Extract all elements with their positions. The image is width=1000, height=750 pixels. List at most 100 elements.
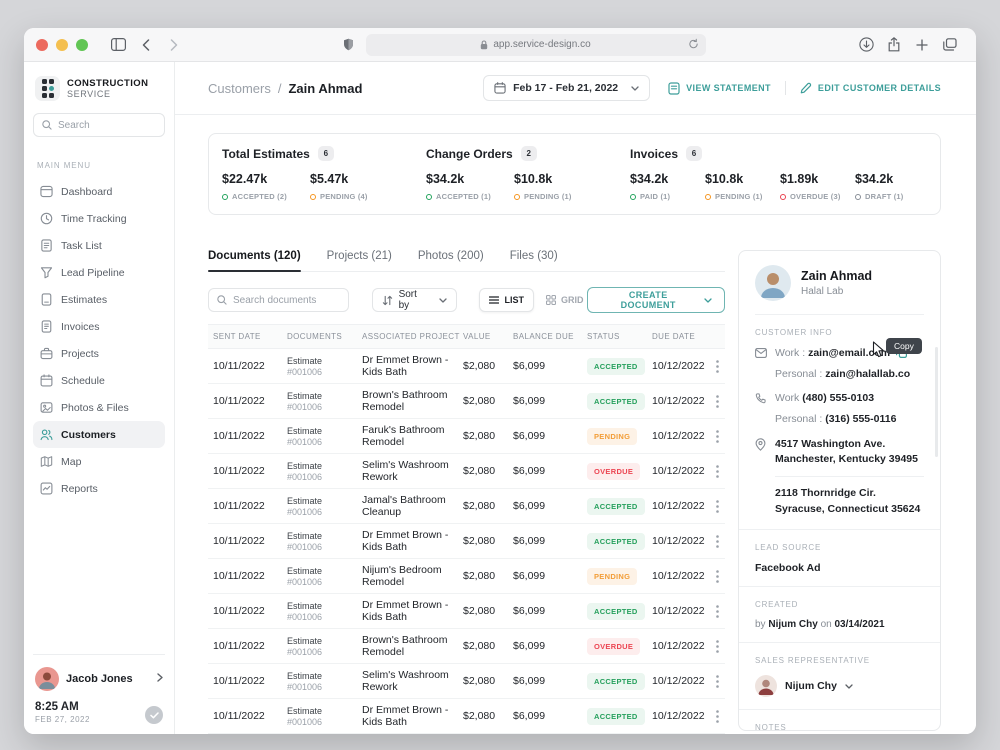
list-view-button[interactable]: LIST [479,288,534,312]
status-dot-icon [630,194,636,200]
row-menu-icon[interactable] [712,535,725,548]
tab-files[interactable]: Files (30) [510,250,558,271]
back-icon[interactable] [135,34,157,56]
breadcrumb-parent[interactable]: Customers [208,81,271,96]
sent-date-cell: 10/11/2022 [213,360,287,372]
table-row[interactable]: 10/11/2022 Estimate #001006 Nijum's Bedr… [208,559,725,594]
table-row[interactable]: 10/11/2022 Estimate #001006 Faruk's Bath… [208,419,725,454]
status-badge: ACCEPTED [587,673,645,690]
documents-search[interactable] [208,288,349,312]
sidebar-item-customers[interactable]: Customers [33,421,165,448]
stat-value: $34.2k [426,172,514,186]
lead-source-label: LEAD SOURCE [755,543,924,552]
table-row[interactable]: 10/11/2022 Estimate #001006 Dr Emmet Bro… [208,349,725,384]
chevron-right-icon[interactable] [157,673,163,685]
tab-overview-icon[interactable] [939,34,961,56]
sidebar-item-projects[interactable]: Projects [33,340,165,367]
user-profile[interactable]: Jacob Jones [33,665,165,701]
sidebar-item-dashboard[interactable]: Dashboard [33,178,165,205]
panel-scrollbar[interactable] [935,347,938,457]
privacy-shield-icon[interactable] [338,34,360,56]
row-menu-icon[interactable] [712,710,725,723]
sidebar-item-estimates[interactable]: Estimates [33,286,165,313]
address-2-line-2: Syracuse, Connecticut 35624 [775,503,920,515]
chevron-down-icon [704,295,712,305]
row-menu-icon[interactable] [712,640,725,653]
row-menu-icon[interactable] [712,395,725,408]
status-check-icon[interactable] [145,706,163,724]
row-menu-icon[interactable] [712,570,725,583]
sort-by-dropdown[interactable]: Sort by [372,288,458,312]
sidebar-item-photos-files[interactable]: Photos & Files [33,394,165,421]
edit-customer-details-button[interactable]: EDIT CUSTOMER DETAILS [800,82,941,94]
maximize-window-button[interactable] [76,39,88,51]
invoice-icon [40,320,53,333]
table-row[interactable]: 10/11/2022 Estimate #001006 Selim's Wash… [208,454,725,489]
tab-photos[interactable]: Photos (200) [418,250,484,271]
tab-projects[interactable]: Projects (21) [327,250,392,271]
table-row[interactable]: 10/11/2022 Estimate #001006 Brown's Bath… [208,384,725,419]
sidebar-item-map[interactable]: Map [33,448,165,475]
table-row[interactable]: 10/11/2022 Estimate #001006 Jamal's Bath… [208,489,725,524]
customer-panel: Zain Ahmad Halal Lab CUSTOMER INFO Work … [738,250,941,731]
tab-documents[interactable]: Documents (120) [208,250,301,271]
downloads-icon[interactable] [855,34,877,56]
main-menu-label: MAIN MENU [33,157,165,178]
row-menu-icon[interactable] [712,430,725,443]
sidebar-item-reports[interactable]: Reports [33,475,165,502]
sidebar-footer: Jacob Jones 8:25 AM FEB 27, 2022 [33,654,165,724]
table-row[interactable]: 10/11/2022 Estimate #001006 Brown's Bath… [208,629,725,664]
status-dot-icon [426,194,432,200]
balance-cell: $6,099 [513,710,587,722]
url-bar[interactable]: app.service-design.co [366,34,706,56]
sidebar-item-lead-pipeline[interactable]: Lead Pipeline [33,259,165,286]
close-window-button[interactable] [36,39,48,51]
project-cell: Dr Emmet Brown - Kids Bath [362,599,463,623]
balance-cell: $6,099 [513,605,587,617]
sidebar-item-time-tracking[interactable]: Time Tracking [33,205,165,232]
row-menu-icon[interactable] [712,465,725,478]
row-menu-icon[interactable] [712,360,725,373]
create-document-button[interactable]: CREATE DOCUMENT [587,287,725,313]
row-menu-icon[interactable] [712,675,725,688]
sidebar-item-invoices[interactable]: Invoices [33,313,165,340]
stat-status-label: OVERDUE (3) [790,192,841,201]
sidebar-search[interactable] [33,113,165,137]
row-menu-icon[interactable] [712,605,725,618]
phone-icon [755,393,767,404]
row-menu-icon[interactable] [712,500,725,513]
forward-icon[interactable] [163,34,185,56]
stat-group-count-badge: 6 [318,146,334,161]
stat-item: $10.8k PENDING (1) [514,172,602,201]
stat-item: $34.2k DRAFT (1) [855,172,930,201]
table-row[interactable]: 10/11/2022 Estimate #001006 Dr Emmet Bro… [208,524,725,559]
new-tab-icon[interactable] [911,34,933,56]
sidebar-item-schedule[interactable]: Schedule [33,367,165,394]
table-column-header: DOCUMENTS [287,332,362,341]
table-row[interactable]: 10/11/2022 Estimate #001006 Dr Emmet Bro… [208,699,725,734]
table-row[interactable]: 10/11/2022 Estimate #001006 Dr Emmet Bro… [208,594,725,629]
view-statement-button[interactable]: VIEW STATEMENT [668,82,771,95]
briefcase-icon [40,347,53,360]
stat-value: $34.2k [855,172,930,186]
browser-toolbar: app.service-design.co [24,28,976,62]
reload-icon[interactable] [688,38,699,53]
grid-icon [546,295,556,305]
sidebar-search-input[interactable] [58,120,156,131]
date-range-picker[interactable]: Feb 17 - Feb 21, 2022 [483,75,650,101]
document-cell: Estimate #001006 [287,391,362,412]
sent-date-cell: 10/11/2022 [213,605,287,617]
grid-view-button[interactable]: GRID [542,295,588,305]
share-icon[interactable] [883,34,905,56]
table-row[interactable]: 10/11/2022 Estimate #001006 Selim's Wash… [208,664,725,699]
documents-search-input[interactable] [233,295,340,306]
sidebar-toggle-icon[interactable] [107,34,129,56]
sidebar-item-task-list[interactable]: Task List [33,232,165,259]
current-time: 8:25 AM [35,701,90,713]
sales-rep-dropdown[interactable]: Nijum Chy [755,675,924,697]
document-cell: Estimate #001006 [287,496,362,517]
minimize-window-button[interactable] [56,39,68,51]
due-date-cell: 10/12/2022 [652,675,712,687]
mouse-cursor [872,341,886,364]
estimate-icon [40,293,53,306]
